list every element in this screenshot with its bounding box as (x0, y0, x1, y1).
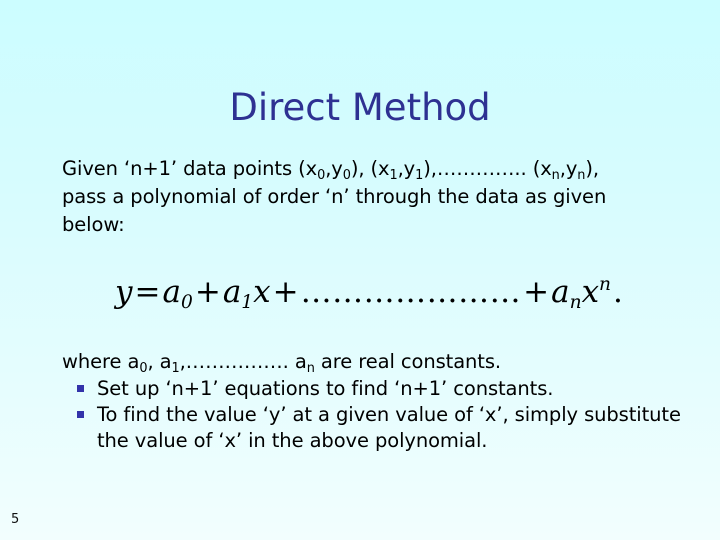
equation-term2-base: a (222, 274, 242, 310)
equation-term2-sub: 1 (241, 292, 254, 314)
equation-ellipsis: ………………… (300, 274, 522, 310)
polynomial-equation: y=a0+a1x+…………………+anxn. (115, 270, 623, 314)
list-item: Set up ‘n+1’ equations to find ‘n+1’ con… (62, 376, 682, 402)
subscript-an: n (306, 360, 315, 376)
equation-term3-sub: n (569, 292, 582, 314)
equation-term3-base: a (551, 274, 570, 310)
intro-text-b: ,y (325, 157, 343, 180)
slide-number: 5 (11, 512, 20, 527)
equation-plus-1: + (194, 274, 221, 310)
equation-lhs: y (115, 274, 133, 310)
equation-plus-2: + (272, 274, 299, 310)
subscript-a1: 1 (171, 360, 180, 376)
subscript-y0: 0 (342, 167, 351, 183)
equation-term1-sub: 0 (180, 292, 193, 314)
where-line: where a0, a1,……………. an are real constant… (62, 348, 682, 376)
intro-text-a: Given ‘n+1’ data points (x (62, 157, 318, 180)
equation-equals: = (134, 274, 161, 310)
subscript-y1: 1 (415, 167, 424, 183)
where-text-d: are real constants. (314, 350, 502, 373)
intro-line-2: pass a polynomial of order ‘n’ through t… (62, 185, 607, 208)
equation-term1-base: a (162, 274, 181, 310)
intro-paragraph-block: Given ‘n+1’ data points (x0,y0), (x1,y1)… (62, 155, 672, 239)
subscript-x0: 0 (317, 167, 326, 183)
equation-term3-sup: n (599, 274, 612, 296)
subscript-x1: 1 (389, 167, 398, 183)
page-title: Direct Method (229, 86, 491, 129)
where-text-b: , a (147, 350, 172, 373)
square-bullet-icon (77, 411, 84, 418)
lower-content-block: where a0, a1,……………. an are real constant… (62, 348, 682, 454)
intro-text-e: ),………….. (x (423, 157, 552, 180)
equation-term3-var: x (581, 274, 600, 310)
bullet-label: Set up ‘n+1’ equations to find ‘n+1’ con… (97, 377, 554, 400)
list-item: To find the value ‘y’ at a given value o… (62, 402, 682, 454)
subscript-a0: 0 (139, 360, 148, 376)
intro-text-d: ,y (397, 157, 416, 180)
intro-line-3: below: (62, 213, 125, 236)
equation-term2-var: x (253, 274, 271, 310)
slide-canvas: Direct Method Given ‘n+1’ data points (x… (0, 0, 720, 540)
square-bullet-icon (77, 385, 84, 392)
intro-text-c: ), (x (350, 157, 390, 180)
subscript-yn: n (577, 167, 586, 183)
bullet-list: Set up ‘n+1’ equations to find ‘n+1’ con… (62, 376, 682, 454)
subscript-xn: n (551, 167, 560, 183)
equation-period: . (613, 274, 623, 310)
bullet-label: To find the value ‘y’ at a given value o… (97, 403, 681, 452)
equation-image: y=a0+a1x+…………………+anxn. (115, 270, 623, 318)
equation-plus-3: + (523, 274, 550, 310)
where-text-a: where a (62, 350, 140, 373)
intro-line-1: Given ‘n+1’ data points (x0,y0), (x1,y1)… (62, 155, 672, 183)
intro-text-g: ), (585, 157, 599, 180)
intro-text-f: ,y (559, 157, 578, 180)
where-text-c: ,……………. a (179, 350, 307, 373)
